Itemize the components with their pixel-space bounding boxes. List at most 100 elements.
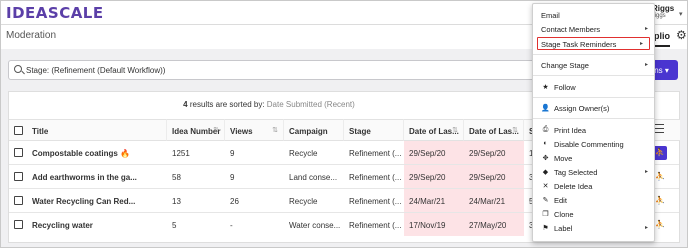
actions-dropdown-menu: Email Contact Members ▸ Stage Task Remind…: [532, 3, 655, 242]
edit-icon: ✎: [542, 197, 549, 204]
person-add-icon: 👤: [541, 105, 550, 112]
user-name[interactable]: Riggs: [652, 4, 674, 13]
star-icon: ★: [542, 84, 549, 91]
idea-number: 13: [172, 197, 181, 206]
row-checkbox[interactable]: [14, 196, 23, 205]
sort-icon: ⇅: [512, 127, 518, 134]
chevron-right-icon: ▸: [644, 169, 648, 175]
menu-label: Assign Owner(s): [554, 104, 610, 113]
date-last-1: 24/Mar/21: [404, 189, 464, 212]
fire-icon: 🔥: [120, 149, 130, 158]
column-header-idea-number[interactable]: Idea Number ⇅: [167, 119, 225, 141]
idea-number: 58: [172, 173, 181, 182]
menu-item-change-stage[interactable]: Change Stage ▸: [533, 59, 654, 72]
menu-item-delete-idea[interactable]: ✕ Delete Idea: [533, 180, 654, 193]
date-last-1: 17/Nov/19: [404, 213, 464, 236]
menu-item-clone[interactable]: ❐ Clone: [533, 208, 654, 221]
clone-icon: ❐: [542, 211, 549, 218]
date-last-2: 24/Mar/21: [464, 189, 524, 212]
runner-icon[interactable]: ⛹: [653, 170, 667, 184]
idea-number: 1251: [172, 149, 190, 158]
menu-item-move[interactable]: ✥ Move: [533, 152, 654, 165]
menu-divider: [533, 118, 654, 119]
menu-label: Clone: [554, 210, 574, 219]
sort-value[interactable]: Date Submitted (Recent): [267, 100, 355, 109]
ideascale-logo[interactable]: IDEASCALE: [6, 4, 104, 22]
menu-item-disable-commenting[interactable]: ◐ Disable Commenting: [533, 138, 654, 151]
sort-icon: ⇅: [272, 127, 278, 134]
chevron-down-icon[interactable]: ▾: [679, 10, 683, 18]
runner-icon[interactable]: ⛹: [653, 146, 667, 160]
select-all-checkbox[interactable]: [14, 126, 23, 135]
campaign: Land conse...: [289, 173, 338, 182]
stage: Refinement (...: [349, 149, 402, 158]
search-value: Stage: (Refinement (Default Workflow)): [26, 66, 166, 75]
row-checkbox[interactable]: [14, 220, 23, 229]
column-header-date-last-2[interactable]: Date of Las... ⇅: [464, 119, 524, 141]
gear-icon[interactable]: ⚙: [676, 28, 687, 42]
menu-label: Delete Idea: [554, 182, 593, 191]
idea-title[interactable]: Recycling water: [27, 213, 167, 236]
menu-item-assign-owners[interactable]: 👤 Assign Owner(s): [533, 102, 654, 115]
views: -: [230, 221, 233, 230]
menu-label: Disable Commenting: [554, 140, 624, 149]
print-icon: ⎙: [542, 126, 549, 133]
stage: Refinement (...: [349, 197, 402, 206]
menu-label: Stage Task Reminders: [541, 40, 617, 49]
chevron-right-icon: ▸: [644, 26, 648, 32]
idea-title[interactable]: Water Recycling Can Red...: [27, 189, 167, 212]
row-checkbox[interactable]: [14, 148, 23, 157]
flag-icon: ⚑: [542, 225, 549, 232]
column-header-stage[interactable]: Stage: [344, 119, 404, 141]
search-input[interactable]: Stage: (Refinement (Default Workflow)): [8, 60, 538, 80]
menu-label: Print Idea: [554, 126, 587, 135]
menu-label: Follow: [554, 83, 576, 92]
idea-title[interactable]: Compostable coatings 🔥: [27, 141, 167, 164]
menu-item-tag-selected[interactable]: ◆ Tag Selected ▸: [533, 166, 654, 179]
column-header-date-last-1[interactable]: Date of Las... ⇅: [404, 119, 464, 141]
date-last-2: 29/Sep/20: [464, 141, 524, 164]
menu-label: Email: [541, 11, 560, 20]
tag-icon: ◆: [542, 169, 549, 176]
campaign: Recycle: [289, 197, 318, 206]
idea-title[interactable]: Add earthworms in the ga...: [27, 165, 167, 188]
menu-divider: [533, 54, 654, 55]
row-checkbox[interactable]: [14, 172, 23, 181]
page-title: Moderation: [6, 30, 57, 41]
stage: Refinement (...: [349, 173, 402, 182]
toggle-icon: ◐: [543, 140, 548, 147]
tab-portfolio[interactable]: plio: [654, 31, 670, 41]
menu-label: Change Stage: [541, 61, 589, 70]
column-header-title[interactable]: Title: [9, 119, 167, 141]
sort-summary: 4 results are sorted by: Date Submitted …: [9, 100, 529, 109]
idea-number: 5: [172, 221, 177, 230]
filter-icon[interactable]: [654, 124, 664, 134]
runner-icon[interactable]: ⛹: [653, 194, 667, 208]
menu-item-print-idea[interactable]: ⎙ Print Idea: [533, 124, 654, 137]
menu-label: Move: [554, 154, 573, 163]
column-label-title: Title: [32, 127, 49, 136]
campaign: Recycle: [289, 149, 318, 158]
menu-item-email[interactable]: Email: [533, 9, 654, 22]
results-text: results are sorted by:: [187, 100, 267, 109]
close-icon: ✕: [542, 183, 549, 190]
menu-item-edit[interactable]: ✎ Edit: [533, 194, 654, 207]
menu-divider: [533, 75, 654, 76]
menu-item-follow[interactable]: ★ Follow: [533, 81, 654, 94]
column-header-campaign[interactable]: Campaign: [284, 119, 344, 141]
menu-item-contact-members[interactable]: Contact Members ▸: [533, 23, 654, 36]
runner-icon[interactable]: ⛹: [653, 218, 667, 232]
menu-label: Contact Members: [541, 25, 601, 34]
chevron-right-icon: ▸: [644, 62, 648, 68]
menu-item-label[interactable]: ⚑ Label ▸: [533, 222, 654, 235]
column-header-views[interactable]: Views ⇅: [225, 119, 284, 141]
campaign: Water conse...: [289, 221, 341, 230]
views: 26: [230, 197, 239, 206]
menu-label: Tag Selected: [554, 168, 598, 177]
stage: Refinement (...: [349, 221, 402, 230]
search-icon: [14, 65, 22, 73]
move-icon: ✥: [542, 155, 549, 162]
views: 9: [230, 149, 235, 158]
menu-item-stage-task-reminders[interactable]: Stage Task Reminders ▸: [537, 37, 650, 50]
column-label-views: Views: [230, 127, 253, 136]
